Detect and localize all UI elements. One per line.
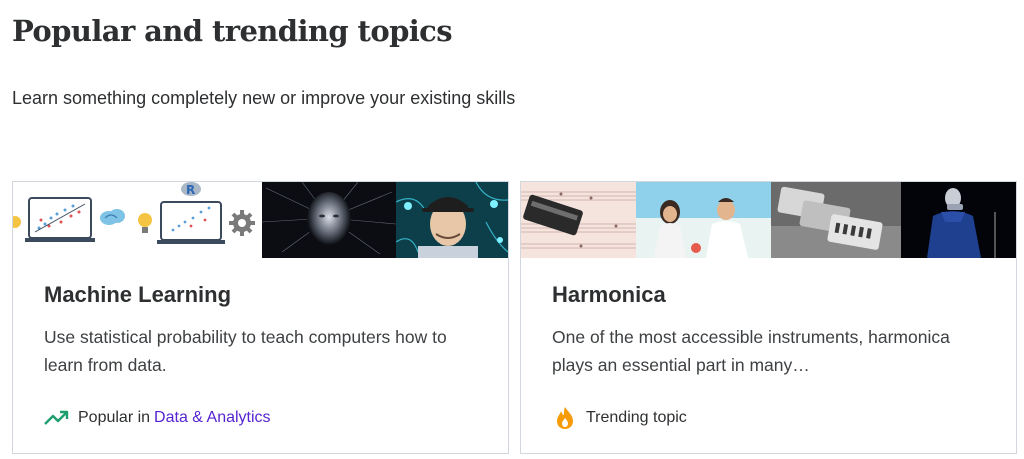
- topic-image-strip: R: [13, 182, 508, 258]
- card-title: Machine Learning: [44, 282, 232, 307]
- topic-card-harmonica[interactable]: Harmonica One of the most accessible ins…: [520, 181, 1017, 454]
- card-footer: Popular in Data & Analytics: [44, 407, 271, 429]
- card-description: One of the most accessible instruments, …: [552, 327, 950, 375]
- harmonica-closeup-image: [770, 182, 902, 258]
- card-title: Harmonica: [552, 282, 666, 307]
- topic-card-machine-learning[interactable]: R Machine Learning Use statistical proba…: [12, 181, 509, 454]
- trending-topic-label: Trending topic: [586, 409, 687, 426]
- ml-ai-face-image: [262, 182, 396, 258]
- ml-instructor-image: [396, 182, 508, 258]
- flame-icon: [552, 407, 578, 429]
- trending-up-icon: [44, 407, 70, 429]
- footer-prefix-text: Popular in: [78, 409, 151, 426]
- category-link-data-analytics[interactable]: Data & Analytics: [154, 409, 271, 427]
- harmonica-couple-image: [635, 182, 771, 258]
- card-description: Use statistical probability to teach com…: [44, 327, 447, 375]
- section-subtitle: Learn something completely new or improv…: [12, 88, 516, 108]
- card-footer: Trending topic: [552, 407, 687, 429]
- section-title: Popular and trending topics: [12, 14, 453, 48]
- ml-illustration-image: R: [13, 182, 262, 258]
- svg-text:R: R: [186, 183, 195, 197]
- harmonica-performer-image: [901, 182, 1016, 258]
- topic-image-strip: [521, 182, 1016, 258]
- harmonica-sheet-music-image: [521, 182, 636, 258]
